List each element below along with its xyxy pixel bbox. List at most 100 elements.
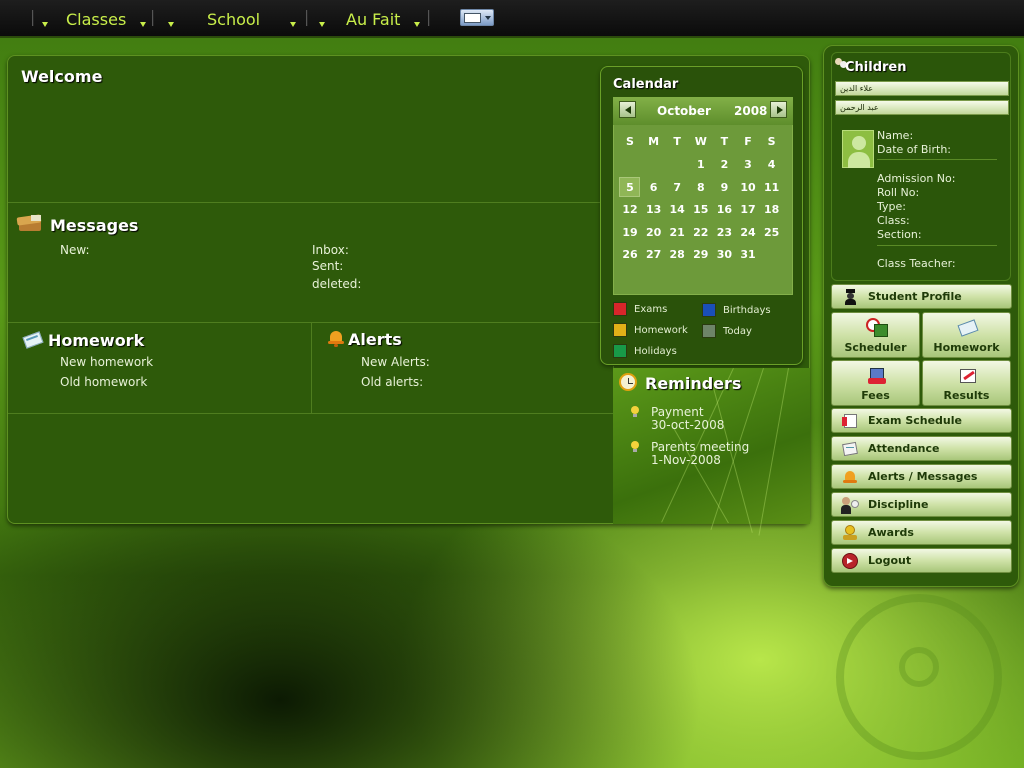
fees-button[interactable]: Fees (831, 360, 920, 406)
legend-swatch-birthdays (702, 303, 716, 317)
alerts-messages-button[interactable]: Alerts / Messages (831, 464, 1012, 489)
chevron-down-icon[interactable] (319, 22, 325, 27)
calendar-day[interactable]: 29 (690, 248, 712, 261)
menu-classes[interactable]: Classes (66, 10, 126, 29)
calendar-day[interactable]: 20 (643, 226, 665, 239)
calendar-day[interactable]: 9 (713, 181, 735, 194)
weekday-header: M (648, 135, 660, 148)
menu-separator (152, 10, 154, 26)
chevron-down-icon[interactable] (140, 22, 146, 27)
class-teacher-label: Class Teacher: (877, 257, 956, 270)
legend-homework: Homework (634, 325, 688, 336)
calendar-dropdown-button[interactable] (460, 9, 494, 26)
messages-deleted-label[interactable]: deleted: (312, 277, 361, 291)
messages-inbox-label[interactable]: Inbox: (312, 243, 349, 257)
homework-title[interactable]: Homework (48, 331, 144, 350)
calendar-icon (464, 13, 481, 23)
prev-month-button[interactable] (619, 101, 636, 118)
calendar-day[interactable]: 22 (690, 226, 712, 239)
legend-birthdays: Birthdays (723, 305, 771, 316)
weekday-header: S (626, 135, 634, 148)
messages-sent-label[interactable]: Sent: (312, 259, 343, 273)
calendar-day[interactable]: 10 (737, 181, 759, 194)
calendar-day[interactable]: 23 (713, 226, 735, 239)
admission-label: Admission No: (877, 172, 956, 185)
divider (877, 245, 997, 246)
discipline-button[interactable]: Discipline (831, 492, 1012, 517)
weekday-header: F (744, 135, 752, 148)
alerts-title[interactable]: Alerts (348, 330, 402, 349)
logout-button[interactable]: Logout (831, 548, 1012, 573)
logout-icon (842, 553, 858, 569)
chevron-down-icon[interactable] (414, 22, 420, 27)
bell-icon (842, 469, 858, 485)
children-title: Children (845, 60, 907, 75)
results-button[interactable]: Results (922, 360, 1011, 406)
calendar-day[interactable]: 8 (690, 181, 712, 194)
calendar-day[interactable]: 2 (713, 158, 735, 171)
calendar-title: Calendar (613, 77, 679, 92)
type-label: Type: (877, 200, 906, 213)
attendance-icon (842, 441, 858, 457)
calendar-day[interactable]: 27 (643, 248, 665, 261)
calendar-day[interactable]: 5 (619, 181, 641, 194)
chevron-down-icon[interactable] (42, 22, 48, 27)
calendar-day[interactable]: 11 (761, 181, 783, 194)
calendar-day[interactable]: 26 (619, 248, 641, 261)
calendar-day[interactable]: 28 (666, 248, 688, 261)
awards-button[interactable]: Awards (831, 520, 1012, 545)
calendar-widget: Calendar October 2008 S M T W T F S 1 2 3 4 5 6 7 8 9 10… (600, 66, 803, 365)
student-profile-button[interactable]: Student Profile (831, 284, 1012, 309)
messages-new-label[interactable]: New: (60, 243, 90, 257)
calendar-day[interactable]: 17 (737, 203, 759, 216)
calendar-day[interactable]: 30 (713, 248, 735, 261)
calendar-day[interactable]: 3 (737, 158, 759, 171)
welcome-title: Welcome (21, 67, 103, 86)
calendar-day[interactable]: 21 (666, 226, 688, 239)
weekday-header: S (767, 135, 776, 148)
calendar-day[interactable]: 14 (666, 203, 688, 216)
fees-icon (866, 366, 888, 386)
attendance-button[interactable]: Attendance (831, 436, 1012, 461)
calendar-day[interactable]: 18 (761, 203, 783, 216)
calendar-day[interactable]: 25 (761, 226, 783, 239)
messages-title[interactable]: Messages (50, 216, 138, 235)
calendar-day[interactable]: 13 (643, 203, 665, 216)
calendar-day[interactable]: 15 (690, 203, 712, 216)
homework-button[interactable]: Homework (922, 312, 1011, 358)
dob-label: Date of Birth: (877, 143, 952, 156)
calendar-day[interactable]: 7 (666, 181, 688, 194)
calendar-day[interactable]: 19 (619, 226, 641, 239)
chevron-right-icon (777, 106, 783, 114)
child-item[interactable]: عبد الرحمن (835, 100, 1009, 115)
reminder-title[interactable]: Payment (651, 405, 704, 419)
calendar-day[interactable]: 4 (761, 158, 783, 171)
weekday-header: T (673, 135, 681, 148)
calendar-day[interactable]: 12 (619, 203, 641, 216)
homework-icon (957, 318, 979, 338)
menu-au-fait[interactable]: Au Fait (346, 10, 400, 29)
calendar-day[interactable]: 24 (737, 226, 759, 239)
results-icon (957, 366, 979, 386)
top-menu-bar: Classes School Au Fait (0, 0, 1024, 38)
scheduler-button[interactable]: Scheduler (831, 312, 920, 358)
award-icon (842, 525, 858, 541)
calendar-day[interactable]: 31 (737, 248, 759, 261)
chevron-down-icon[interactable] (290, 22, 296, 27)
bulb-icon (630, 441, 640, 453)
calendar-day[interactable]: 16 (713, 203, 735, 216)
old-alerts-link[interactable]: Old alerts: (361, 375, 423, 389)
reminders-panel: Reminders Payment 30-oct-2008 Parents me… (613, 368, 810, 536)
calendar-day[interactable]: 1 (690, 158, 712, 171)
next-month-button[interactable] (770, 101, 787, 118)
menu-school[interactable]: School (207, 10, 260, 29)
calendar-day[interactable]: 6 (643, 181, 665, 194)
child-item[interactable]: علاء الدين (835, 81, 1009, 96)
old-homework-link[interactable]: Old homework (60, 375, 147, 389)
new-homework-link[interactable]: New homework (60, 355, 153, 369)
chevron-down-icon[interactable] (168, 22, 174, 27)
divider (311, 323, 312, 413)
reminder-title[interactable]: Parents meeting (651, 440, 749, 454)
new-alerts-link[interactable]: New Alerts: (361, 355, 430, 369)
exam-schedule-button[interactable]: Exam Schedule (831, 408, 1012, 433)
